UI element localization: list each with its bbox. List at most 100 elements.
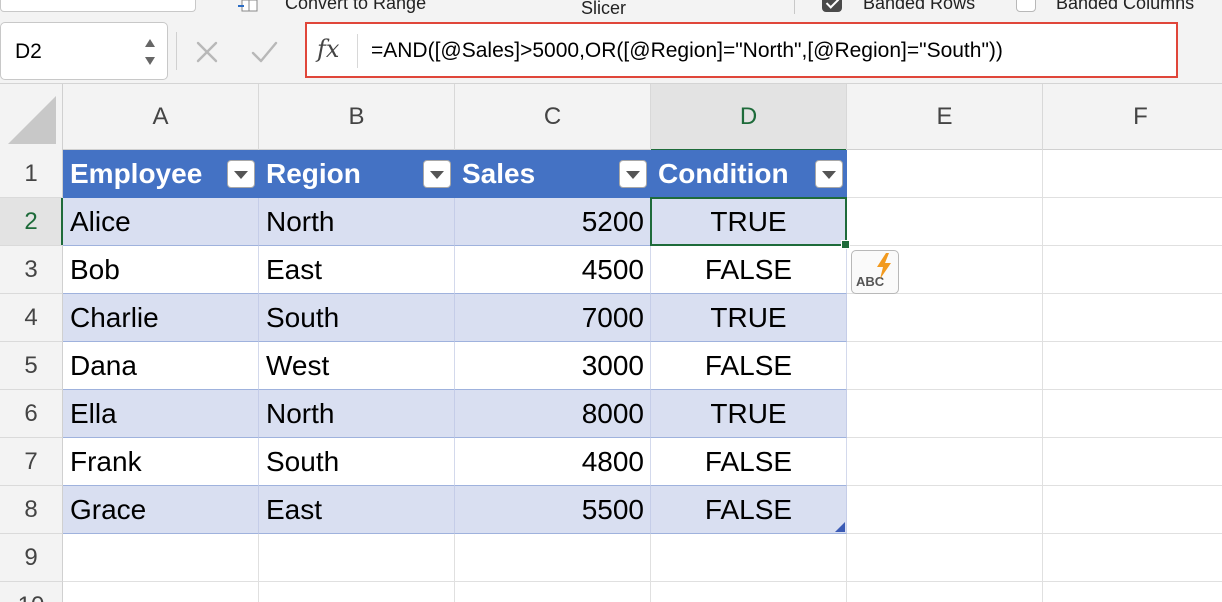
row-header-9[interactable]: 9: [0, 534, 63, 582]
table-cell-sales[interactable]: 4800: [455, 438, 651, 486]
row-header-2[interactable]: 2: [0, 198, 63, 246]
spreadsheet-grid: ABCDEF 12345678910EmployeeRegionSalesCon…: [0, 84, 1222, 602]
column-header-d[interactable]: D: [651, 84, 847, 151]
grid-cell[interactable]: [455, 582, 651, 602]
enter-check-icon[interactable]: [250, 38, 278, 66]
table-cell-employee[interactable]: Alice: [63, 198, 259, 246]
table-cell-condition[interactable]: FALSE: [651, 486, 847, 534]
banded-columns-checkbox[interactable]: [1016, 0, 1036, 12]
grid-cell[interactable]: [847, 486, 1043, 534]
table-cell-employee[interactable]: Ella: [63, 390, 259, 438]
fx-icon[interactable]: fx: [317, 35, 339, 63]
table-cell-employee[interactable]: Bob: [63, 246, 259, 294]
table-resize-handle[interactable]: [835, 522, 845, 532]
ribbon-divider: [794, 0, 795, 14]
table-header-cell: Region: [259, 150, 455, 198]
row-header-10[interactable]: 10: [0, 582, 63, 602]
table-cell-sales[interactable]: 4500: [455, 246, 651, 294]
table-cell-condition[interactable]: FALSE: [651, 342, 847, 390]
table-cell-employee[interactable]: Charlie: [63, 294, 259, 342]
column-header-f[interactable]: F: [1043, 84, 1222, 150]
table-cell-sales[interactable]: 5500: [455, 486, 651, 534]
row-header-1[interactable]: 1: [0, 150, 63, 198]
formula-input[interactable]: fx =AND([@Sales]>5000,OR([@Region]="Nort…: [305, 22, 1178, 78]
table-cell-region[interactable]: West: [259, 342, 455, 390]
name-box-value: D2: [15, 40, 42, 63]
column-header-c[interactable]: C: [455, 84, 651, 150]
slicer-button[interactable]: Slicer: [581, 0, 626, 17]
flash-fill-icon: [877, 253, 891, 279]
grid-cell[interactable]: [259, 582, 455, 602]
grid-cell[interactable]: [847, 342, 1043, 390]
name-box-stepper-icon[interactable]: [143, 35, 157, 69]
grid-cell[interactable]: [1043, 294, 1222, 342]
table-cell-region[interactable]: North: [259, 198, 455, 246]
grid-cell[interactable]: [847, 582, 1043, 602]
table-cell-sales[interactable]: 7000: [455, 294, 651, 342]
row-header-5[interactable]: 5: [0, 342, 63, 390]
ribbon-dropdown-remnant: [0, 0, 196, 12]
table-cell-sales[interactable]: 3000: [455, 342, 651, 390]
grid-cell[interactable]: [1043, 150, 1222, 198]
column-header-b[interactable]: B: [259, 84, 455, 150]
filter-dropdown-icon[interactable]: [227, 159, 255, 188]
table-cell-employee[interactable]: Grace: [63, 486, 259, 534]
row-header-3[interactable]: 3: [0, 246, 63, 294]
autofill-options-button[interactable]: ABC: [851, 250, 899, 294]
grid-cell[interactable]: [455, 534, 651, 582]
formula-bar: D2 fx =AND([@Sales]>5000,OR([@Region]="N…: [0, 18, 1222, 84]
grid-cell[interactable]: [1043, 582, 1222, 602]
table-cell-sales[interactable]: 8000: [455, 390, 651, 438]
grid-cell[interactable]: [1043, 438, 1222, 486]
grid-cell[interactable]: [847, 390, 1043, 438]
grid-cell[interactable]: [1043, 534, 1222, 582]
select-all-corner[interactable]: [0, 84, 63, 150]
convert-to-range-icon[interactable]: [238, 0, 258, 12]
grid-cell[interactable]: [847, 534, 1043, 582]
grid-cell[interactable]: [651, 582, 847, 602]
table-cell-region[interactable]: South: [259, 294, 455, 342]
grid-cell[interactable]: [847, 150, 1043, 198]
table-cell-sales[interactable]: 5200: [455, 198, 651, 246]
column-header-a[interactable]: A: [63, 84, 259, 150]
table-cell-employee[interactable]: Dana: [63, 342, 259, 390]
name-box[interactable]: D2: [0, 22, 168, 80]
banded-rows-label: Banded Rows: [863, 0, 976, 13]
filter-dropdown-icon[interactable]: [619, 159, 647, 188]
table-cell-condition[interactable]: TRUE: [651, 198, 847, 246]
fill-handle[interactable]: [841, 240, 850, 249]
convert-to-range-button[interactable]: Convert to Range: [285, 0, 426, 12]
grid-cell[interactable]: [847, 198, 1043, 246]
grid-cell[interactable]: [847, 294, 1043, 342]
table-cell-region[interactable]: East: [259, 246, 455, 294]
row-header-7[interactable]: 7: [0, 438, 63, 486]
grid-cell[interactable]: [1043, 390, 1222, 438]
row-header-4[interactable]: 4: [0, 294, 63, 342]
table-cell-condition[interactable]: FALSE: [651, 246, 847, 294]
grid-cell[interactable]: [63, 534, 259, 582]
grid-cell[interactable]: [1043, 342, 1222, 390]
grid-cell[interactable]: [1043, 246, 1222, 294]
cancel-icon[interactable]: [193, 38, 221, 66]
table-cell-region[interactable]: East: [259, 486, 455, 534]
formula-bar-divider: [176, 32, 177, 70]
row-header-8[interactable]: 8: [0, 486, 63, 534]
column-header-e[interactable]: E: [847, 84, 1043, 150]
filter-dropdown-icon[interactable]: [815, 159, 843, 188]
table-header-cell: Condition: [651, 150, 847, 198]
grid-cell[interactable]: [63, 582, 259, 602]
table-cell-employee[interactable]: Frank: [63, 438, 259, 486]
table-cell-region[interactable]: North: [259, 390, 455, 438]
row-header-6[interactable]: 6: [0, 390, 63, 438]
table-cell-condition[interactable]: TRUE: [651, 390, 847, 438]
banded-rows-checkbox[interactable]: [822, 0, 842, 12]
grid-cell[interactable]: [1043, 486, 1222, 534]
grid-cell[interactable]: [847, 438, 1043, 486]
table-cell-condition[interactable]: TRUE: [651, 294, 847, 342]
filter-dropdown-icon[interactable]: [423, 159, 451, 188]
table-cell-region[interactable]: South: [259, 438, 455, 486]
table-cell-condition[interactable]: FALSE: [651, 438, 847, 486]
grid-cell[interactable]: [651, 534, 847, 582]
grid-cell[interactable]: [1043, 198, 1222, 246]
grid-cell[interactable]: [259, 534, 455, 582]
